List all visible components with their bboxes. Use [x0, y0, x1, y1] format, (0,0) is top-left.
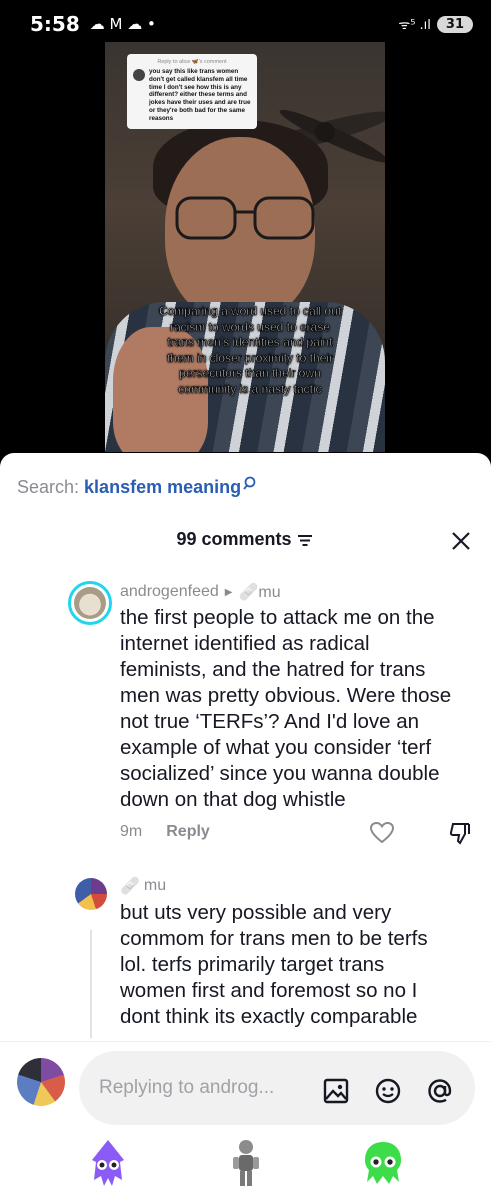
video-player[interactable]: Reply to alice 🦋's comment you say this …: [105, 42, 385, 452]
avatar[interactable]: [17, 1058, 65, 1106]
comment-text: the first people to attack me on the int…: [120, 606, 452, 811]
glasses-shape: [175, 196, 315, 240]
reply-button[interactable]: Reply: [166, 823, 210, 841]
sort-filter-icon[interactable]: [295, 532, 315, 548]
comment-input-bar: Replying to androg...: [0, 1041, 491, 1125]
comment-author-row: 🩹 mu: [120, 876, 166, 896]
like-heart-icon[interactable]: [369, 821, 395, 845]
mention-icon[interactable]: [426, 1077, 454, 1105]
dislike-icon[interactable]: [448, 821, 472, 845]
system-indicators: ᯤ⁵ .ıl 31: [398, 15, 473, 33]
search-icon: [243, 476, 256, 490]
close-icon[interactable]: [451, 531, 471, 551]
battery-indicator: 31: [436, 15, 473, 33]
signal-icon: ᯤ⁵ .ıl: [398, 18, 431, 33]
octopus-green-icon[interactable]: [359, 1138, 407, 1190]
video-caption: Comparing a word used to call out racism…: [158, 304, 342, 397]
bandage-emoji-icon: 🩹: [238, 584, 259, 601]
comments-sheet: Search: klansfem meaning 99 comments and…: [0, 453, 491, 1200]
image-icon[interactable]: [322, 1077, 350, 1105]
search-label: Search:: [17, 477, 80, 497]
reply-comment-sticker: Reply to alice 🦋's comment you say this …: [127, 54, 257, 129]
bandage-emoji-icon: 🩹: [120, 878, 140, 895]
input-placeholder: Replying to androg...: [99, 1077, 275, 1098]
comment-time: 9m: [120, 823, 143, 840]
character-figure-icon[interactable]: [222, 1138, 270, 1190]
thread-divider: [90, 930, 92, 1038]
comment-text: but uts very possible and very commom fo…: [120, 901, 428, 1028]
status-bar: 5:58 ☁ M ☁ • ᯤ⁵ .ıl 31: [0, 0, 491, 48]
clock: 5:58: [30, 12, 80, 36]
avatar[interactable]: [75, 878, 107, 910]
notification-icons: ☁ M ☁ •: [89, 15, 156, 33]
sticker-avatar: [133, 68, 145, 81]
reply-arrow-icon: ▶: [224, 586, 233, 598]
reply-to-label: Reply to alice 🦋's comment: [157, 59, 227, 65]
squid-purple-icon[interactable]: [84, 1138, 132, 1190]
comment-meta: 9m Reply: [120, 823, 210, 841]
comment-username[interactable]: androgenfeed: [120, 583, 219, 601]
bottom-nav: [0, 1133, 491, 1200]
comments-count: 99 comments: [176, 529, 292, 549]
comment-input[interactable]: Replying to androg...: [79, 1051, 475, 1125]
avatar[interactable]: [68, 581, 112, 625]
search-term[interactable]: klansfem meaning: [84, 477, 241, 498]
comment-author-row: androgenfeed ▶ 🩹mu: [120, 582, 281, 602]
reply-sticker-text: you say this like trans women don't get …: [149, 67, 251, 123]
comments-header: 99 comments: [0, 529, 491, 550]
search-suggestion[interactable]: Search: klansfem meaning: [17, 476, 258, 498]
emoji-icon[interactable]: [374, 1077, 402, 1105]
comment-username[interactable]: mu: [144, 877, 166, 895]
reply-target[interactable]: 🩹mu: [238, 582, 280, 602]
